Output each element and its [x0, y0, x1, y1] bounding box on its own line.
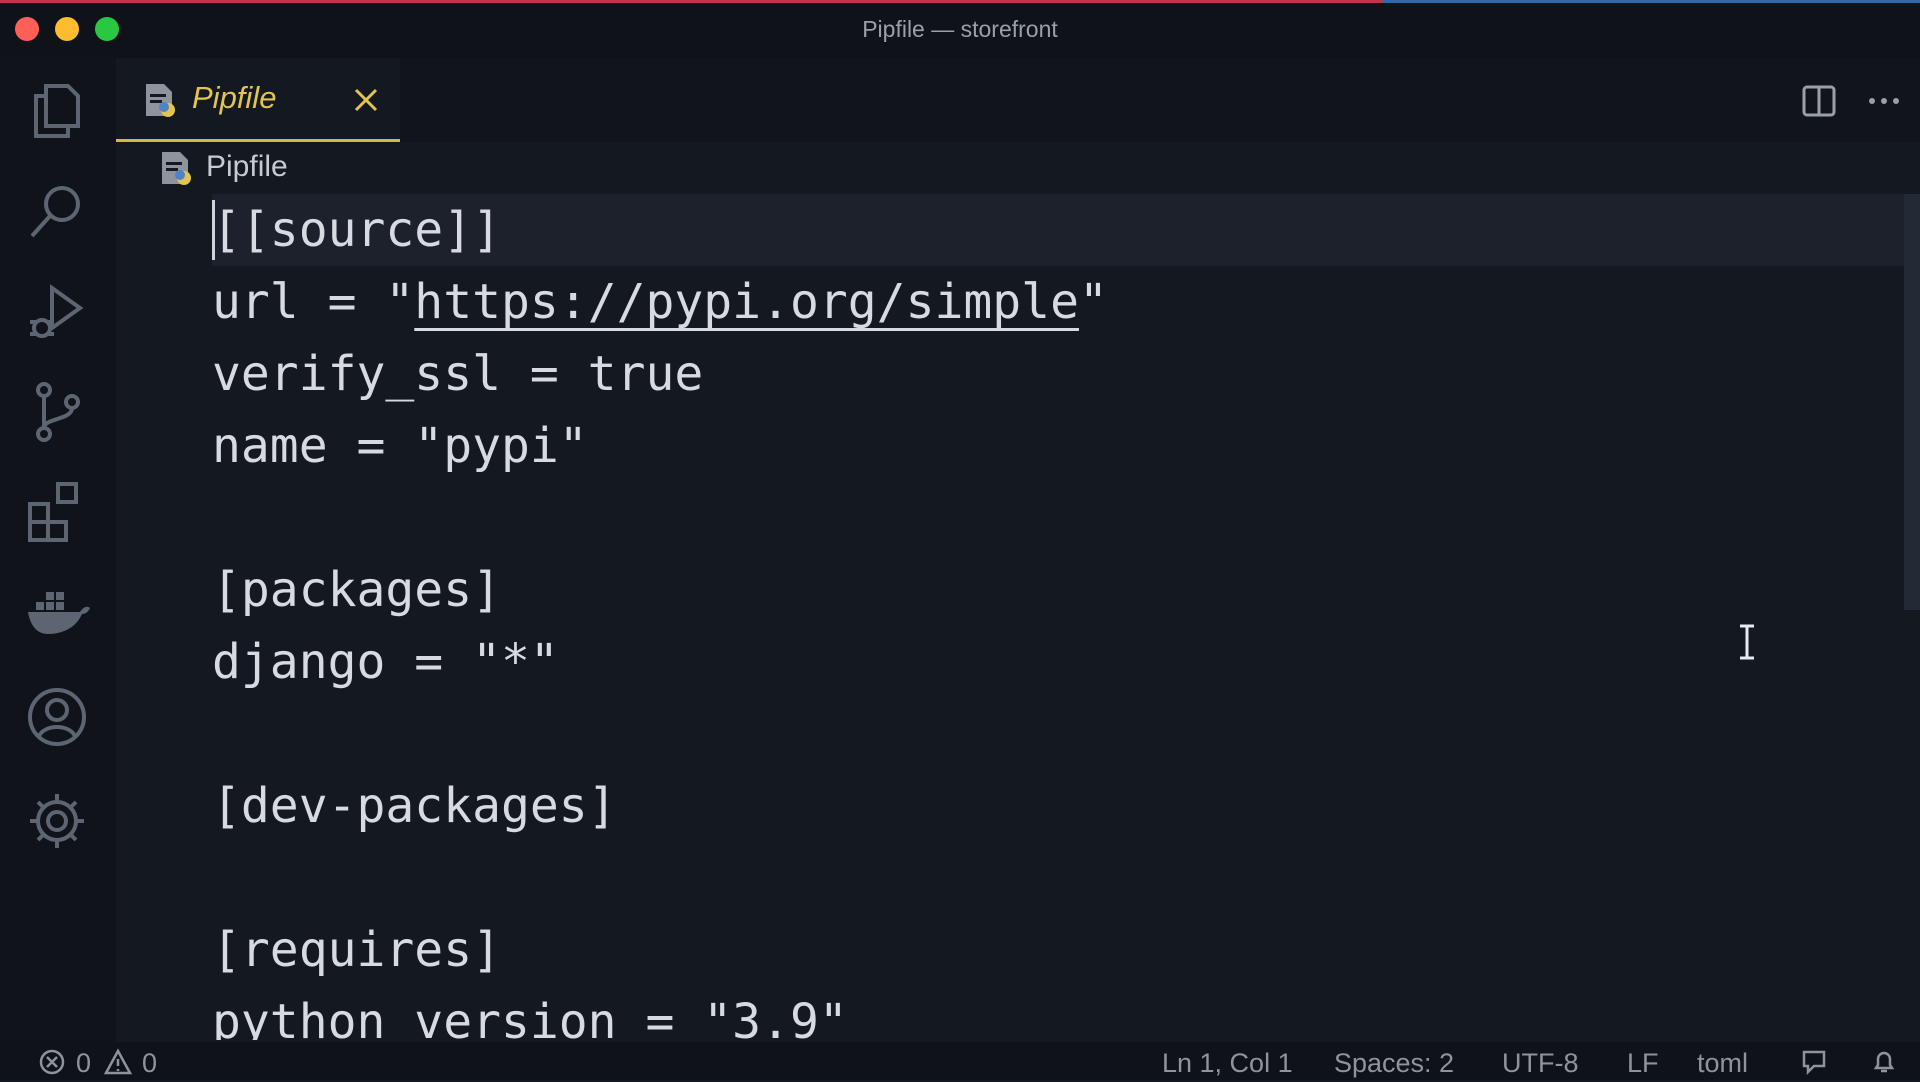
split-editor-icon[interactable] [1802, 84, 1836, 118]
indentation[interactable]: Spaces: 2 [1334, 1044, 1454, 1082]
code-line-4[interactable]: name = "pypi" [212, 410, 588, 482]
vertical-scrollbar[interactable] [1904, 194, 1920, 610]
files-icon[interactable] [22, 76, 92, 146]
tab-label: Pipfile [192, 80, 277, 115]
code-line-9[interactable]: [dev-packages] [212, 770, 617, 842]
tab-pipfile[interactable]: Pipfile [116, 58, 400, 142]
file-icon [146, 84, 175, 117]
gear-icon[interactable] [22, 786, 92, 856]
status-bar: 0 0 Ln 1, Col 1 Spaces: 2 UTF-8 LF toml [0, 1042, 1920, 1080]
account-icon[interactable] [22, 682, 92, 752]
encoding[interactable]: UTF-8 [1502, 1044, 1579, 1082]
more-actions-icon[interactable] [1864, 84, 1904, 118]
warning-icon[interactable] [104, 1048, 132, 1076]
code-line-3[interactable]: verify_ssl = true [212, 338, 703, 410]
url-link[interactable]: https://pypi.org/simple [414, 274, 1079, 330]
code-line-11[interactable]: [requires] [212, 914, 501, 986]
tab-bar: Pipfile [116, 58, 1920, 142]
warning-count[interactable]: 0 [142, 1044, 157, 1082]
language-mode[interactable]: toml [1697, 1044, 1748, 1082]
cursor-position[interactable]: Ln 1, Col 1 [1162, 1044, 1293, 1082]
source-control-icon[interactable] [22, 376, 92, 446]
window-title: Pipfile — storefront [862, 16, 1058, 42]
breadcrumb-file[interactable]: Pipfile [206, 150, 288, 184]
end-of-line[interactable]: LF [1627, 1044, 1659, 1082]
code-line-12[interactable]: python_version = "3.9" [212, 986, 848, 1040]
code-line-1[interactable]: [[source]] [212, 194, 501, 266]
code-line-2[interactable]: url = "https://pypi.org/simple" [212, 266, 1108, 338]
text-caret [212, 200, 215, 260]
code-text: url = " [212, 274, 415, 330]
error-icon[interactable] [38, 1048, 66, 1076]
file-icon [162, 152, 191, 185]
run-debug-icon[interactable] [22, 276, 92, 346]
code-line-6[interactable]: [packages] [212, 554, 501, 626]
search-icon[interactable] [22, 176, 92, 246]
code-text: " [1078, 274, 1108, 330]
breadcrumb: Pipfile [116, 142, 1920, 194]
extensions-icon[interactable] [22, 476, 92, 546]
error-count[interactable]: 0 [76, 1044, 91, 1082]
feedback-icon[interactable] [1800, 1048, 1828, 1076]
text-cursor-icon [1740, 624, 1754, 660]
code-line-7[interactable]: django = "*" [212, 626, 559, 698]
activity-bar [0, 58, 116, 1042]
close-icon[interactable] [350, 84, 382, 116]
code-editor[interactable]: [[source]] url = "https://pypi.org/simpl… [116, 194, 1920, 1040]
title-bar: Pipfile — storefront [0, 0, 1920, 58]
docker-icon[interactable] [22, 576, 92, 646]
bell-icon[interactable] [1870, 1048, 1898, 1076]
